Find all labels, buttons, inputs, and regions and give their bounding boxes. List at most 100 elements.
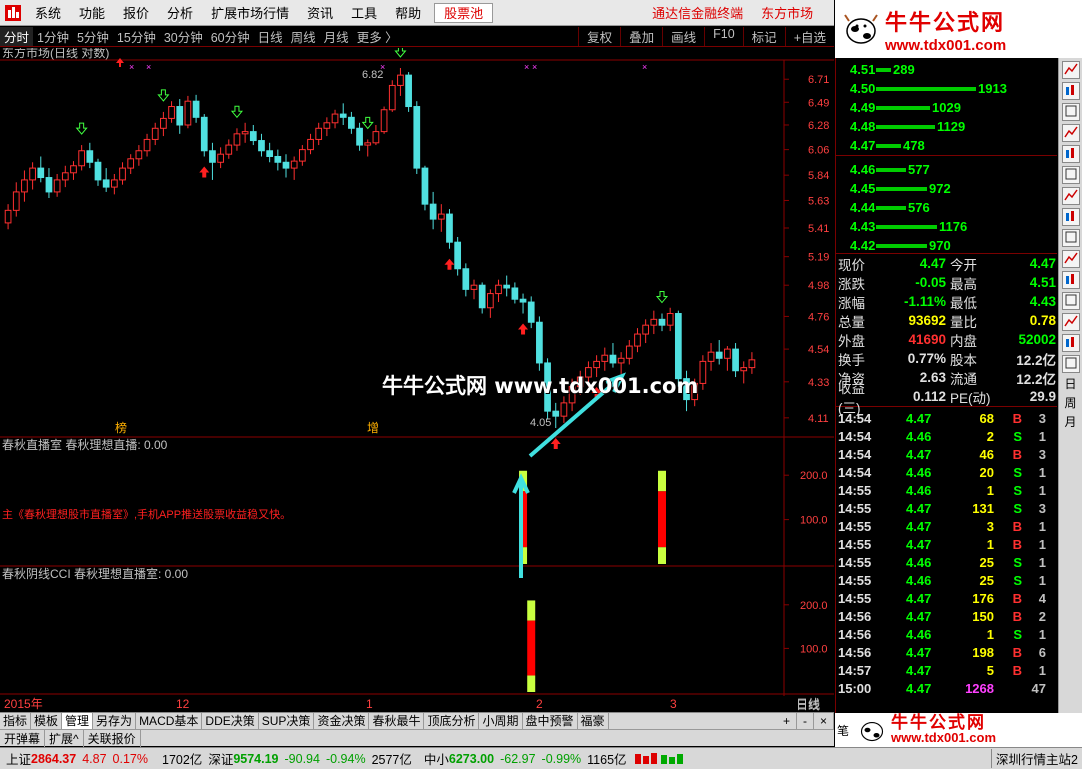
signal-x-icon: ×: [642, 62, 647, 72]
tab-control-0[interactable]: +: [777, 712, 797, 730]
pen-icon[interactable]: 笔: [837, 722, 857, 739]
indicator-tab-bar: 指标 模板 管理 另存为 MACD基本 DDE决策 SUP决策 资金决策 春秋最牛 顶底分析 小周期…: [0, 712, 834, 730]
bid-row[interactable]: 4.45 972: [836, 179, 1057, 198]
tab-control-1[interactable]: -: [797, 712, 814, 730]
ask-volume-bar: [876, 143, 901, 148]
indicator-tab-3[interactable]: 另存为: [93, 712, 137, 730]
candle-icon[interactable]: [1061, 82, 1080, 100]
toolbar-button-1[interactable]: 叠加: [620, 27, 662, 46]
menu-item-2[interactable]: 报价: [114, 0, 158, 26]
rsi-icon[interactable]: [1061, 229, 1080, 247]
menu-item-6[interactable]: 工具: [342, 0, 386, 26]
period-tab-2[interactable]: 5分钟: [73, 27, 113, 46]
menu-item-1[interactable]: 功能: [70, 0, 114, 26]
toolbar-button-3[interactable]: F10: [704, 27, 743, 46]
ask-row[interactable]: 4.49 1029: [836, 98, 1057, 117]
period-tab-1[interactable]: 1分钟: [33, 27, 73, 46]
indicator-tab-8[interactable]: 春秋最牛: [369, 712, 425, 730]
chart-icon[interactable]: [1061, 61, 1080, 79]
tick-count: 3: [1038, 500, 1046, 516]
candle: [184, 95, 192, 129]
nav-icon[interactable]: [1061, 271, 1080, 289]
indicator-tab-1[interactable]: 模板: [31, 712, 63, 730]
tab-control-2[interactable]: ×: [814, 712, 834, 730]
toolbar-button-5[interactable]: +自选: [784, 27, 834, 46]
indicator-tab-2[interactable]: 管理: [62, 712, 94, 730]
indicator-tab-5[interactable]: DDE决策: [202, 712, 259, 730]
toolbar-button-2[interactable]: 画线: [662, 27, 704, 46]
news-icon[interactable]: [1061, 166, 1080, 184]
indicator-tab-4[interactable]: MACD基本: [136, 712, 203, 730]
tick-list[interactable]: 14:54 4.47 68 B 3 14:54 4.46 2 S 1 14:54 4.47 46 B 3 14…: [836, 407, 1057, 697]
period-bar: 分时 1分钟 5分钟 15分钟 30分钟 60分钟 日线 周线 月线 更多 〉 复权 叠加 画线 F10…: [0, 27, 834, 47]
promo-link-market[interactable]: 东方市场: [752, 0, 822, 26]
period-tab-8[interactable]: 月线: [320, 27, 353, 46]
period-tab-7[interactable]: 周线: [287, 27, 320, 46]
indicator-tab-10[interactable]: 小周期: [479, 712, 523, 730]
menu-item-0[interactable]: 系统: [26, 0, 70, 26]
indicator-tab-0[interactable]: 指标: [0, 712, 32, 730]
line-icon[interactable]: [1061, 124, 1080, 142]
period-tab-5[interactable]: 60分钟: [207, 27, 254, 46]
period-tab-4[interactable]: 30分钟: [160, 27, 207, 46]
minus-icon[interactable]: [1061, 355, 1080, 373]
period-tab-6[interactable]: 日线: [254, 27, 287, 46]
period-tab-3[interactable]: 15分钟: [113, 27, 160, 46]
ask-row[interactable]: 4.51 289: [836, 60, 1057, 79]
server-status[interactable]: 深圳行情主站2: [991, 749, 1078, 768]
up-icon[interactable]: [1061, 292, 1080, 310]
quote-row: 收益(三) 0.112 PE(动) 29.9: [838, 381, 1057, 416]
down-icon[interactable]: [1061, 313, 1080, 331]
plus-icon[interactable]: [1061, 334, 1080, 352]
ask-row[interactable]: 4.47 478: [836, 136, 1057, 155]
quote-value: 93692: [908, 313, 946, 328]
quote-label: 外盘: [838, 333, 865, 349]
sub-tab-1[interactable]: 扩展^: [45, 729, 84, 747]
f10-icon[interactable]: [1061, 208, 1080, 226]
info-icon[interactable]: [1061, 250, 1080, 268]
tick-row: 14:55 4.47 131 S 3: [836, 499, 1057, 517]
ask-row[interactable]: 4.50 1913: [836, 79, 1057, 98]
zx-percent: -0.99%: [541, 751, 582, 766]
sidebar-period-0[interactable]: 日: [1062, 375, 1080, 392]
bid-volume: 972: [929, 181, 951, 196]
sidebar-period-1[interactable]: 周: [1062, 394, 1080, 411]
tick-volume: 150: [972, 608, 994, 624]
indicator-tab-12[interactable]: 福豪: [578, 712, 609, 730]
bid-row[interactable]: 4.43 1176: [836, 217, 1057, 236]
tick-count: 1: [1038, 572, 1046, 588]
ask-row[interactable]: 4.48 1129: [836, 117, 1057, 136]
indicator-tab-7[interactable]: 资金决策: [314, 712, 370, 730]
table-icon[interactable]: [1061, 145, 1080, 163]
bid-row[interactable]: 4.44 576: [836, 198, 1057, 217]
app-logo-icon: [2, 2, 24, 24]
bid-row[interactable]: 4.46 577: [836, 160, 1057, 179]
period-tab-0[interactable]: 分时: [0, 27, 34, 46]
menu-item-7[interactable]: 帮助: [386, 0, 430, 26]
price-tick-label: 4.33: [808, 377, 829, 389]
sub-tab-0[interactable]: 开弹幕: [0, 729, 46, 747]
quote-row: 涨跌 -0.05 最高 4.51: [838, 273, 1057, 292]
bar-icon[interactable]: [1061, 103, 1080, 121]
tick-price: 4.47: [906, 662, 932, 678]
promo-link-terminal[interactable]: 通达信金融终端: [643, 0, 752, 26]
indicator-tick-label: 200.0: [800, 470, 828, 482]
indicator-tab-11[interactable]: 盘中预警: [523, 712, 578, 730]
indicator-tab-9[interactable]: 顶底分析: [424, 712, 480, 730]
bid-volume: 1176: [939, 219, 968, 234]
grid-icon[interactable]: [1061, 187, 1080, 205]
period-tab-9[interactable]: 更多 〉: [353, 27, 402, 46]
indicator-tab-6[interactable]: SUP决策: [259, 712, 315, 730]
menu-item-5[interactable]: 资讯: [298, 0, 342, 26]
sidebar-period-2[interactable]: 月: [1062, 413, 1080, 430]
stock-pool-button[interactable]: 股票池: [434, 2, 494, 23]
bid-price: 4.45: [850, 181, 876, 196]
menu-item-3[interactable]: 分析: [158, 0, 202, 26]
menu-item-4[interactable]: 扩展市场行情: [202, 0, 298, 26]
bid-row[interactable]: 4.42 970: [836, 236, 1057, 255]
toolbar-button-4[interactable]: 标记: [742, 27, 785, 46]
sub-tab-2[interactable]: 关联报价: [84, 729, 141, 747]
tick-row: 14:55 4.46 1 S 1: [836, 481, 1057, 499]
toolbar-button-0[interactable]: 复权: [578, 27, 620, 46]
tick-row: 14:54 4.47 46 B 3: [836, 445, 1057, 463]
